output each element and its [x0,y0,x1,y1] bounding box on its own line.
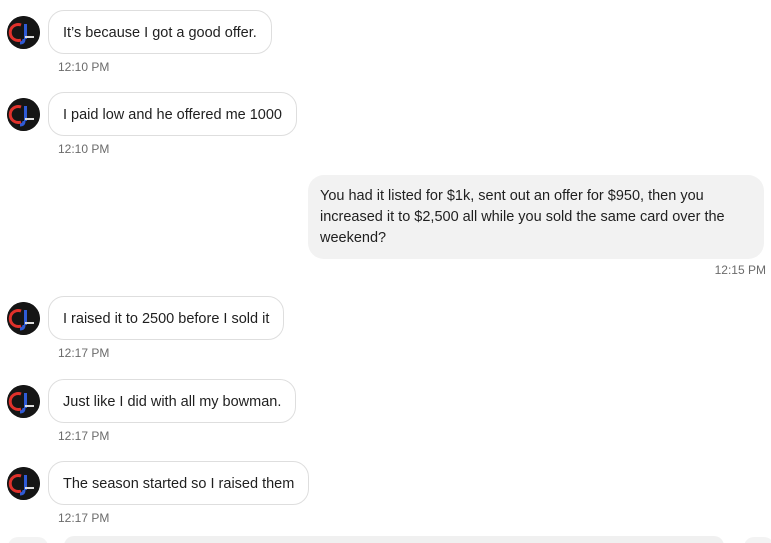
message-timestamp: 12:17 PM [58,346,110,360]
incoming-message-bubble[interactable]: Just like I did with all my bowman. [48,379,297,423]
avatar-logo-icon [7,16,40,49]
sender-avatar[interactable] [7,302,40,335]
avatar-logo-icon [7,467,40,500]
incoming-message-bubble[interactable]: I paid low and he offered me 1000 [48,92,298,136]
send-button[interactable] [744,537,771,543]
sender-avatar[interactable] [7,385,40,418]
avatar-logo-icon [7,302,40,335]
sender-avatar[interactable] [7,16,40,49]
incoming-message-bubble[interactable]: It’s because I got a good offer. [48,10,272,54]
message-timestamp: 12:10 PM [58,142,110,156]
composer-attach-button[interactable] [8,537,48,543]
avatar-logo-icon [7,98,40,131]
avatar-logo-icon [7,385,40,418]
incoming-message-bubble[interactable]: I raised it to 2500 before I sold it [48,296,285,340]
message-thread: It’s because I got a good offer. 12:10 P… [0,0,771,543]
message-timestamp: 12:10 PM [58,60,110,74]
message-timestamp: 12:15 PM [714,263,766,277]
sender-avatar[interactable] [7,98,40,131]
message-input[interactable] [64,536,724,543]
message-timestamp: 12:17 PM [58,429,110,443]
outgoing-message-bubble[interactable]: You had it listed for $1k, sent out an o… [308,175,764,259]
sender-avatar[interactable] [7,467,40,500]
message-timestamp: 12:17 PM [58,511,110,525]
incoming-message-bubble[interactable]: The season started so I raised them [48,461,310,505]
